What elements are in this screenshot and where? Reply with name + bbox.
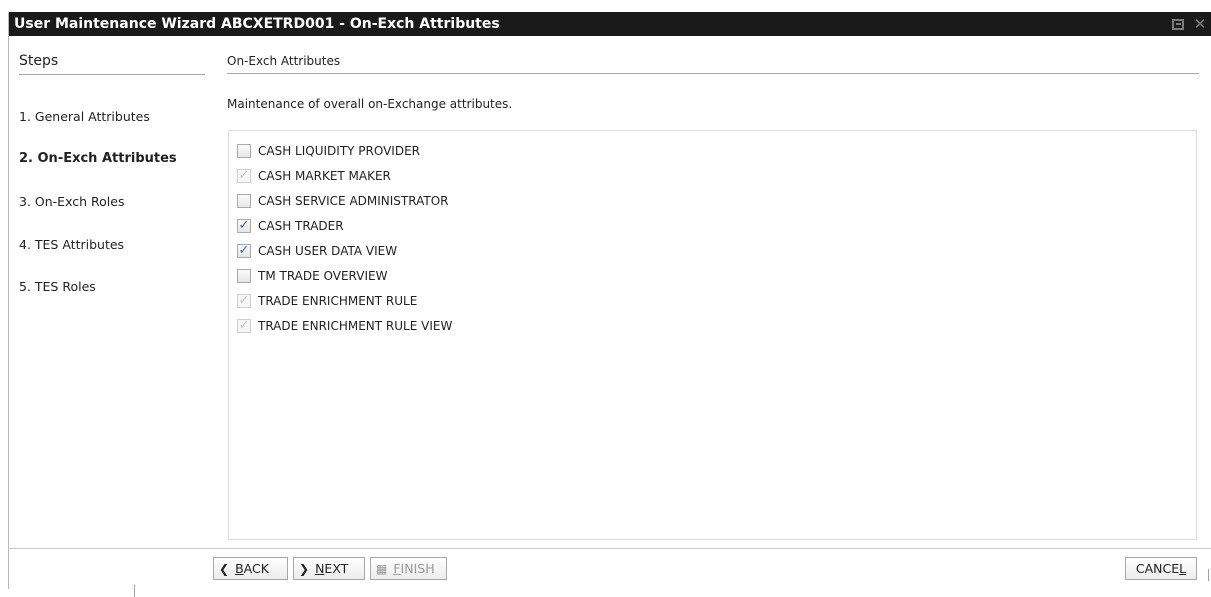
attribute-label: TRADE ENRICHMENT RULE VIEW <box>258 319 453 333</box>
finish-button-label: FINISH <box>393 561 435 576</box>
attribute-checkbox: ✓ <box>237 168 251 183</box>
attribute-checkbox[interactable] <box>237 194 251 208</box>
next-button[interactable]: ❯ NEXT <box>293 557 365 580</box>
attribute-row[interactable]: CASH LIQUIDITY PROVIDER <box>237 141 420 161</box>
restore-icon[interactable] <box>1170 16 1186 32</box>
attribute-checkbox[interactable] <box>237 269 251 283</box>
close-icon[interactable]: ✕ <box>1192 15 1208 33</box>
cancel-button[interactable]: CANCEL <box>1125 557 1197 580</box>
step-item[interactable]: 5. TES Roles <box>19 279 96 294</box>
attribute-label: TM TRADE OVERVIEW <box>258 269 388 283</box>
attribute-label: TRADE ENRICHMENT RULE <box>258 294 418 308</box>
back-button[interactable]: ❮ BACK <box>213 557 288 580</box>
attribute-row[interactable]: ✓ TRADE ENRICHMENT RULE <box>237 291 417 311</box>
title-bar-controls: ✕ <box>1170 12 1208 36</box>
attribute-row[interactable]: ✓ CASH USER DATA VIEW <box>237 241 397 261</box>
attribute-label: CASH MARKET MAKER <box>258 169 391 183</box>
step-item[interactable]: 3. On-Exch Roles <box>19 194 124 209</box>
wizard-footer: ❮ BACK ❯ NEXT ▦ FINISH CANCEL <box>9 548 1211 597</box>
divider <box>134 585 135 597</box>
attribute-checkbox: ✓ <box>237 318 251 333</box>
title-bar: User Maintenance Wizard ABCXETRD001 - On… <box>9 12 1211 36</box>
checkered-flag-icon: ▦ <box>376 561 388 576</box>
attribute-row[interactable]: ✓ CASH TRADER <box>237 216 344 236</box>
step-item[interactable]: 2. On-Exch Attributes <box>19 151 177 166</box>
attribute-label: CASH USER DATA VIEW <box>258 244 398 258</box>
chevron-left-icon: ❮ <box>219 561 230 576</box>
back-button-label: BACK <box>235 561 269 576</box>
attribute-checkbox[interactable]: ✓ <box>237 219 251 233</box>
attribute-row[interactable]: ✓ CASH MARKET MAKER <box>237 166 391 186</box>
attribute-row[interactable]: ✓ TRADE ENRICHMENT RULE VIEW <box>237 316 452 336</box>
attribute-row[interactable]: CASH SERVICE ADMINISTRATOR <box>237 191 449 211</box>
cancel-button-label: CANCEL <box>1135 561 1187 576</box>
content-description: Maintenance of overall on-Exchange attri… <box>227 97 513 111</box>
finish-button[interactable]: ▦ FINISH <box>370 557 447 580</box>
attribute-label: CASH LIQUIDITY PROVIDER <box>258 144 421 158</box>
attribute-label: CASH TRADER <box>258 219 344 233</box>
window-title: User Maintenance Wizard ABCXETRD001 - On… <box>14 16 500 32</box>
steps-panel: Steps 1. General Attributes 2. On-Exch At… <box>9 36 216 548</box>
wizard-window: User Maintenance Wizard ABCXETRD001 - On… <box>8 12 1211 597</box>
step-item[interactable]: 1. General Attributes <box>19 109 150 124</box>
content-title: On-Exch Attributes <box>227 54 1199 74</box>
step-item[interactable]: 4. TES Attributes <box>19 237 124 252</box>
steps-header: Steps <box>19 53 205 75</box>
attribute-row[interactable]: TM TRADE OVERVIEW <box>237 266 387 286</box>
attribute-checkbox[interactable] <box>237 144 251 158</box>
attributes-checklist: CASH LIQUIDITY PROVIDER ✓ CASH MARKET MAKE… <box>228 130 1197 540</box>
divider <box>1208 569 1209 581</box>
attribute-label: CASH SERVICE ADMINISTRATOR <box>258 194 449 208</box>
next-button-label: NEXT <box>315 561 349 576</box>
attribute-checkbox[interactable]: ✓ <box>237 244 251 258</box>
attribute-checkbox: ✓ <box>237 293 251 308</box>
chevron-right-icon: ❯ <box>299 561 310 576</box>
